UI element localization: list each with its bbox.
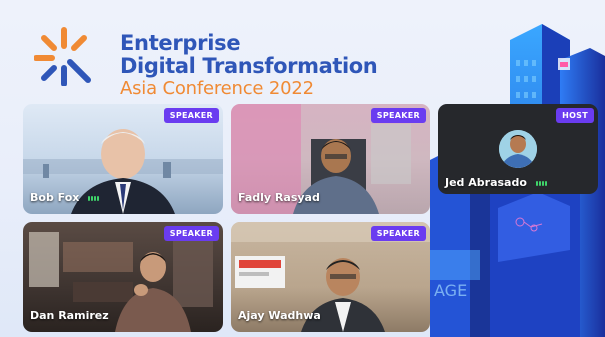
participant-name: Bob Fox [30,190,80,204]
video-tile-fadly-rasyad[interactable]: SPEAKER Fadly Rasyad [231,104,430,214]
speaker-badge: SPEAKER [163,226,219,241]
host-badge: HOST [556,108,594,123]
logo-starburst-icon [34,27,91,86]
participant-name-label: Jed Abrasado [445,176,548,190]
participant-name-label: Bob Fox [30,191,100,205]
participant-name: Dan Ramirez [30,309,109,322]
mic-active-icon [88,191,100,204]
participant-name-label: Dan Ramirez [30,309,109,322]
svg-text:AGE: AGE [434,281,467,300]
speaker-badge: SPEAKER [370,108,426,123]
event-title-line3: Asia Conference 2022 [120,78,314,99]
event-title-line2: Digital Transformation [120,54,378,78]
video-tile-ajay-wadhwa[interactable]: SPEAKER Ajay Wadhwa [231,222,430,332]
event-title-line1: Enterprise [120,31,241,55]
speaker-badge: SPEAKER [370,226,426,241]
participant-name: Fadly Rasyad [238,191,320,204]
mic-active-icon [535,176,548,189]
video-tile-jed-abrasado[interactable]: HOST Jed Abrasado [438,104,598,194]
video-tile-dan-ramirez[interactable]: SPEAKER Dan Ramirez [23,222,223,332]
conference-stage: AGE Enterprise Digital Transformation As… [0,0,605,337]
speaker-badge: SPEAKER [163,108,219,123]
participant-name-label: Ajay Wadhwa [238,309,321,322]
participant-name-label: Fadly Rasyad [238,191,320,204]
participant-name: Ajay Wadhwa [238,309,321,322]
participant-name: Jed Abrasado [445,175,527,189]
video-tile-bob-fox[interactable]: SPEAKER Bob Fox [23,104,223,214]
